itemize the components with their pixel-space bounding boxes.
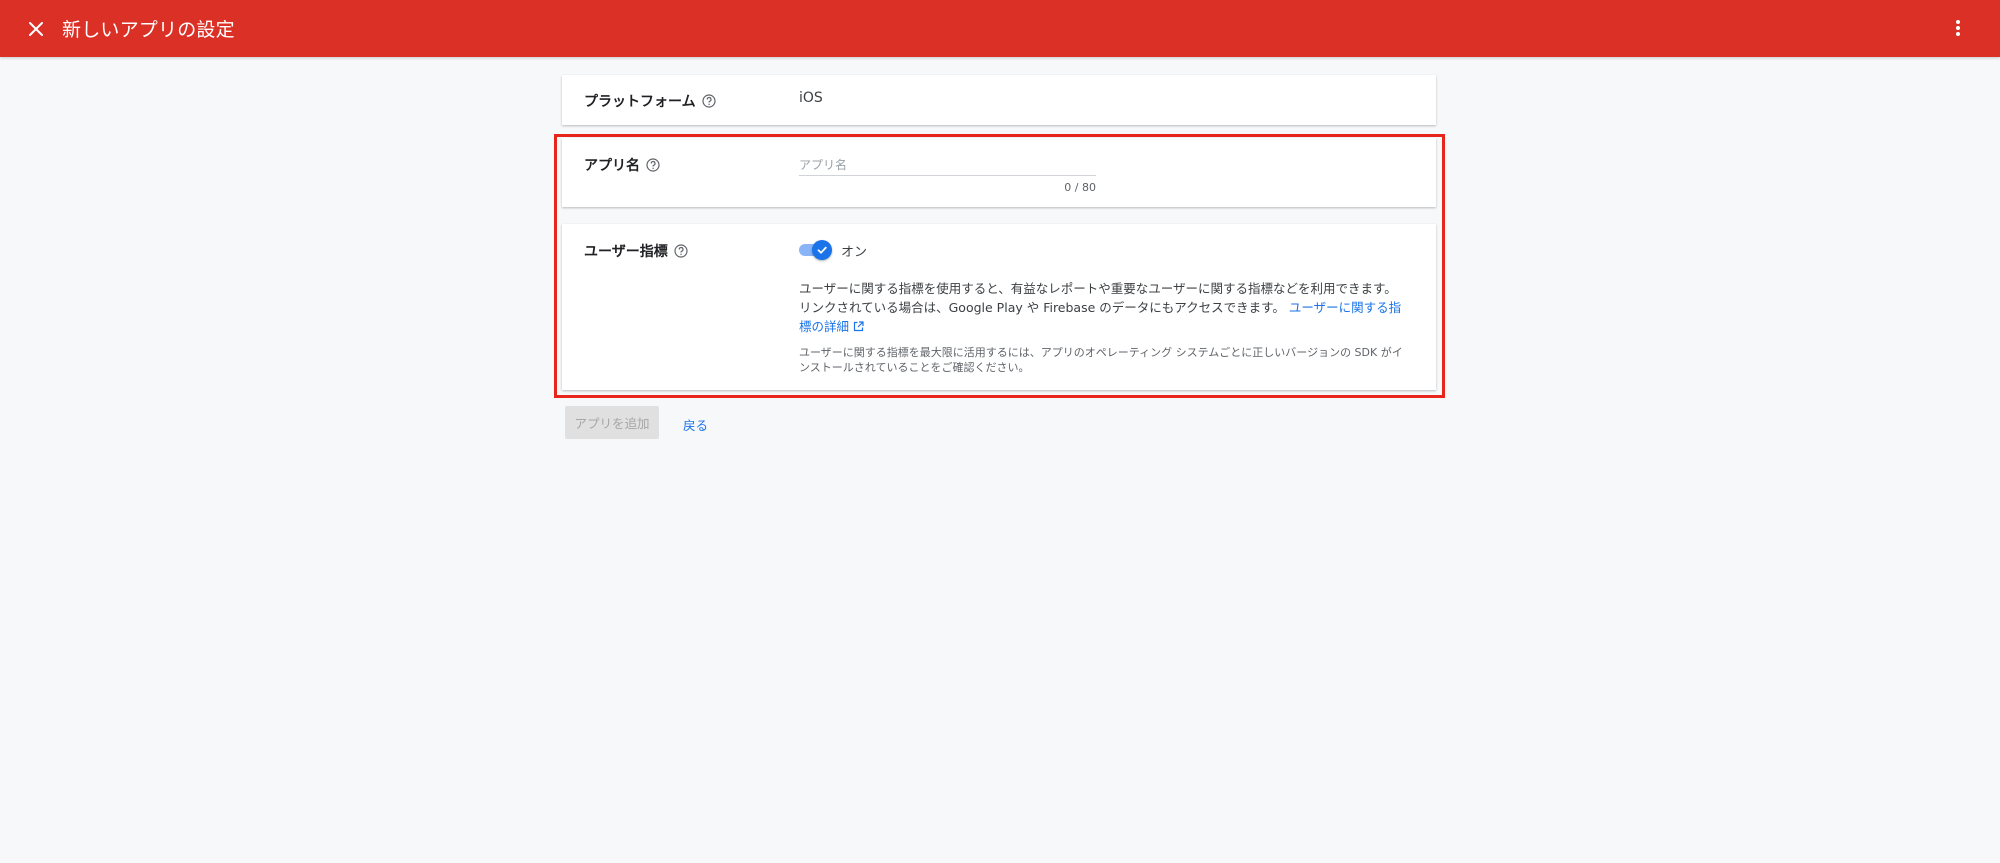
sdk-note: ユーザーに関する指標を最大限に活用するには、アプリのオペレーティング システムご… [799,346,1403,374]
user-metrics-description: ユーザーに関する指標を使用すると、有益なレポートや重要なユーザーに関する指標など… [799,279,1409,337]
app-bar: 新しいアプリの設定 [0,0,2000,57]
check-icon [812,240,832,260]
platform-label: プラットフォーム [584,94,696,110]
user-metrics-card: ユーザー指標 オン ユーザーに関する指標を使用すると、有益なレポートや重要なユー… [562,224,1436,390]
toggle-state-label: オン [841,245,868,260]
app-name-label: アプリ名 [584,158,640,174]
app-name-label-row: アプリ名 [584,155,660,175]
open-in-new-icon [853,318,864,337]
char-counter: 0 / 80 [1064,181,1096,194]
add-app-button[interactable]: アプリを追加 [565,406,659,439]
page-title: 新しいアプリの設定 [62,19,235,41]
help-icon[interactable] [674,244,688,258]
user-metrics-toggle[interactable] [799,240,833,260]
back-link[interactable]: 戻る [683,415,708,434]
user-metrics-label-row: ユーザー指標 [584,241,688,261]
help-icon[interactable] [701,94,716,108]
platform-label-row: プラットフォーム [584,91,716,111]
app-name-card: アプリ名 0 / 80 [562,138,1436,207]
platform-card: プラットフォーム iOS [562,75,1436,125]
platform-value: iOS [799,90,823,106]
help-icon[interactable] [646,158,660,172]
more-vert-icon[interactable] [1946,16,1970,40]
user-metrics-label: ユーザー指標 [584,244,668,260]
app-name-input[interactable] [799,154,1096,176]
close-icon[interactable] [24,17,48,41]
